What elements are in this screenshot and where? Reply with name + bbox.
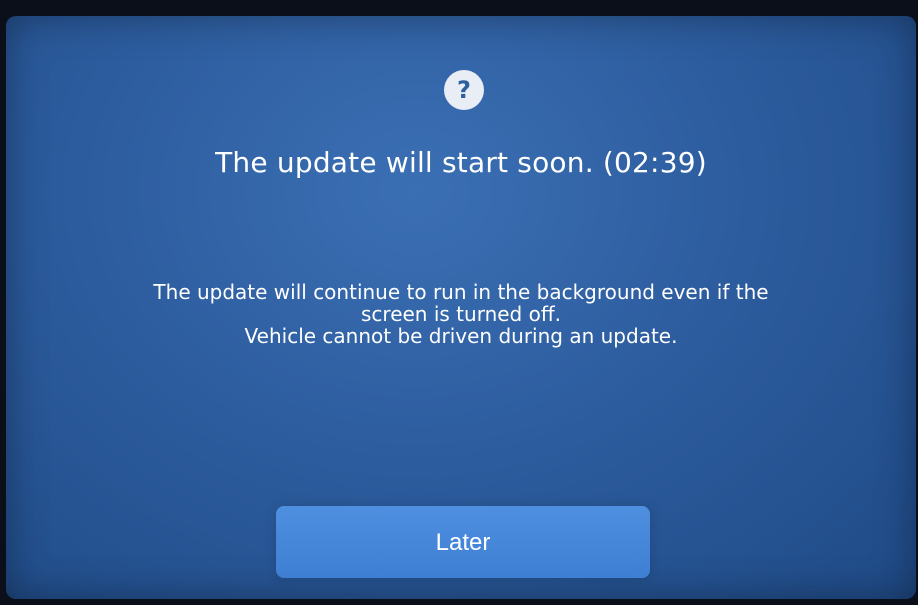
question-mark-icon: ? <box>444 70 484 110</box>
message-line-3: Vehicle cannot be driven during an updat… <box>244 324 678 348</box>
update-title: The update will start soon. (02:39) <box>215 146 707 179</box>
update-message: The update will continue to run in the b… <box>26 281 896 347</box>
later-button[interactable]: Later <box>276 506 650 578</box>
message-line-2: screen is turned off. <box>361 302 561 326</box>
update-dialog-screen: ? The update will start soon. (02:39) Th… <box>6 16 916 599</box>
message-line-1: The update will continue to run in the b… <box>153 280 769 304</box>
